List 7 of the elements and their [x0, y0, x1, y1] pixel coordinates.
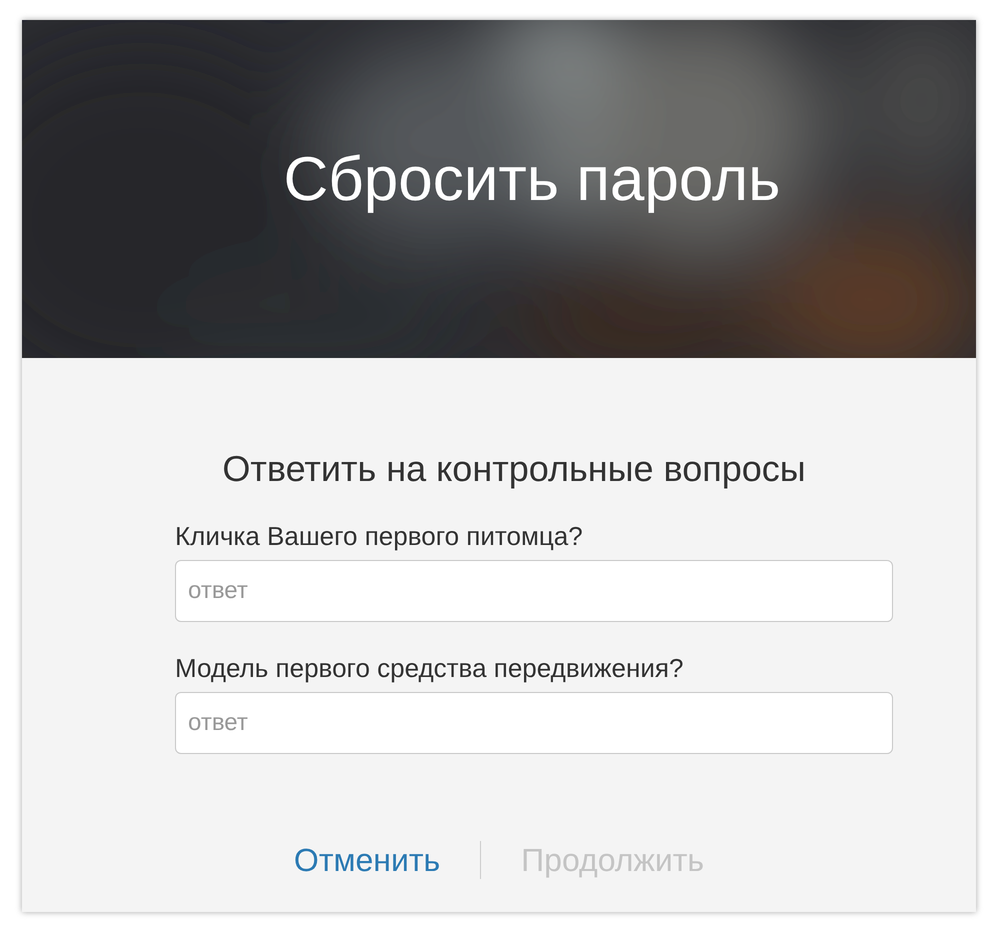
cancel-link[interactable]: Отменить	[294, 836, 440, 884]
section-heading: Ответить на контрольные вопросы	[221, 447, 807, 491]
answer-field[interactable]: ответ	[175, 692, 893, 754]
question-label: Модель первого средства передвижения?	[175, 652, 684, 684]
dialog-title: Сбросить пароль	[284, 144, 780, 216]
answer-field[interactable]: ответ	[175, 560, 893, 622]
question-label: Кличка Вашего первого питомца?	[175, 520, 584, 552]
